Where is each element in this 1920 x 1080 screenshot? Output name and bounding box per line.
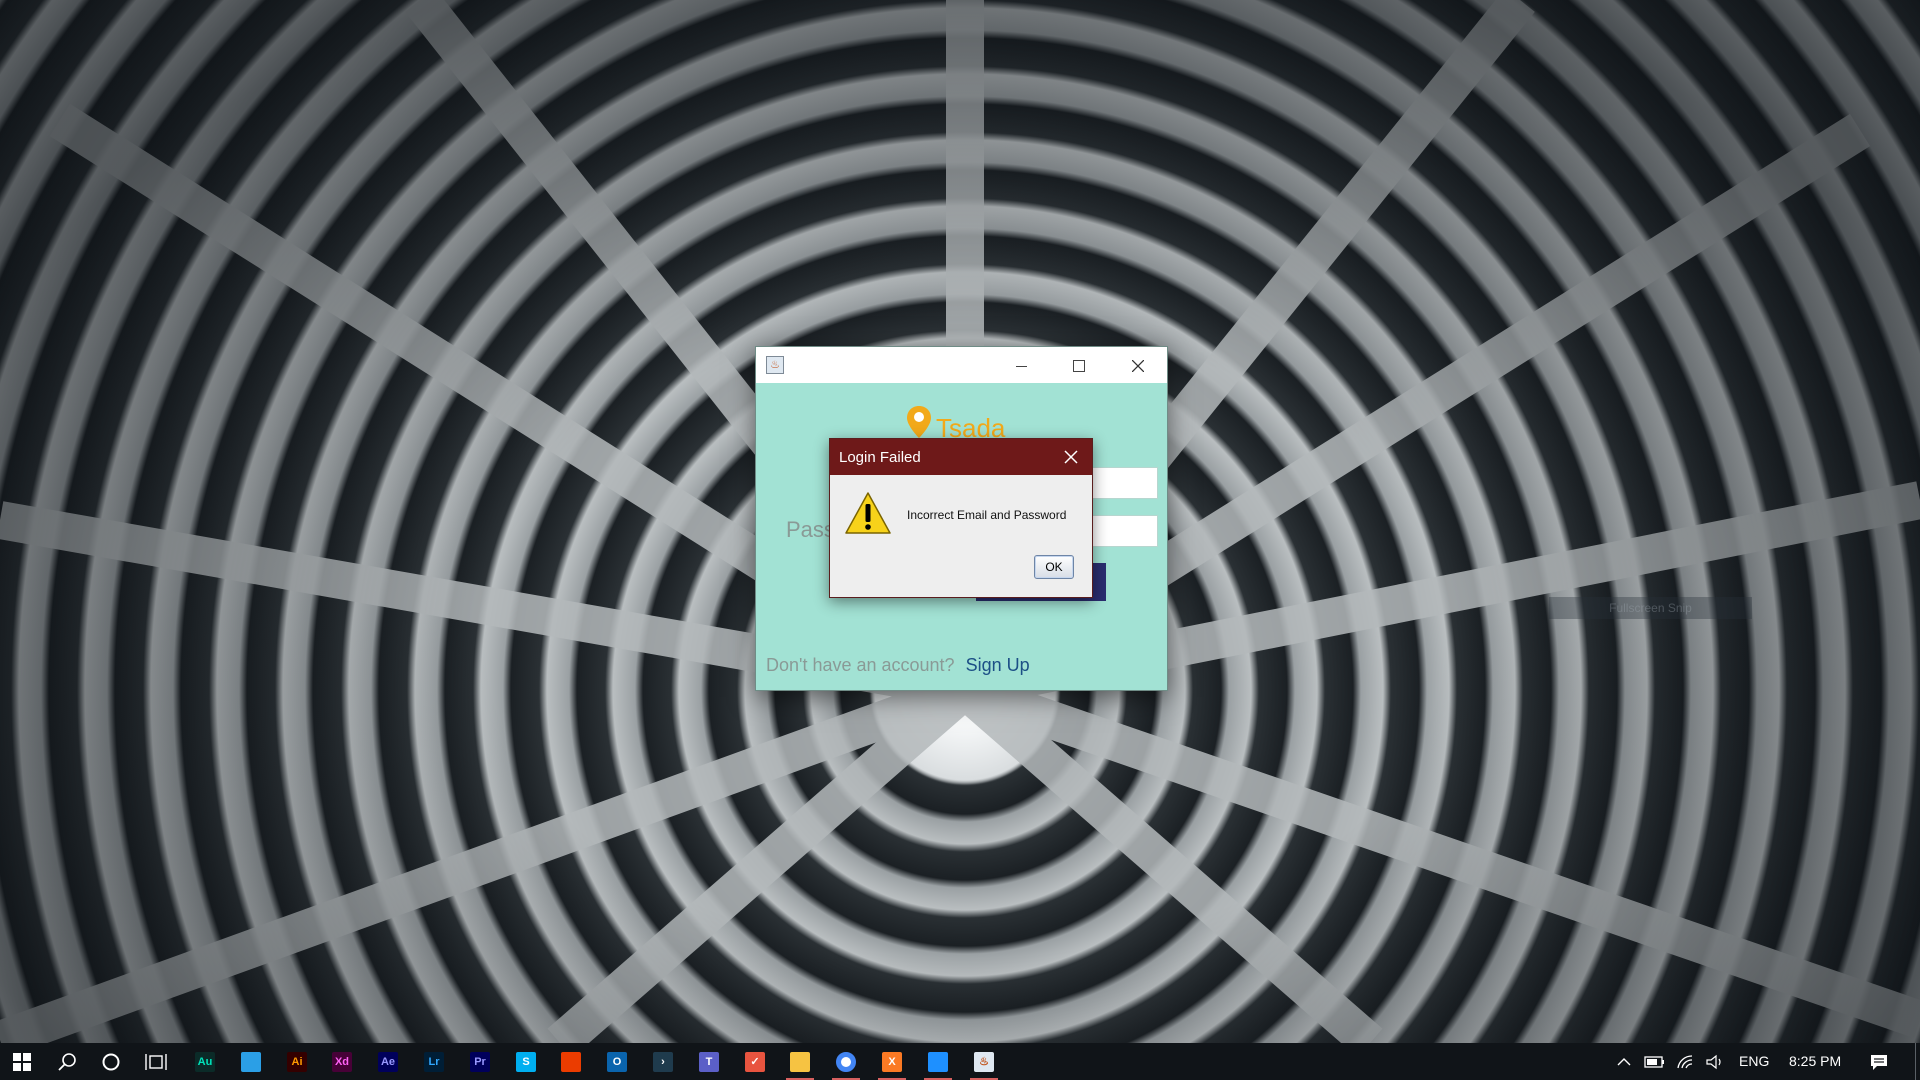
messenger-icon: [928, 1051, 948, 1072]
wifi-icon: [1677, 1054, 1693, 1068]
dialog-titlebar[interactable]: Login Failed: [830, 439, 1092, 475]
clock[interactable]: 8:25 PM: [1789, 1043, 1841, 1080]
taskbar-app-audition[interactable]: Au: [183, 1043, 227, 1080]
warning-icon: [845, 492, 891, 534]
show-desktop-button[interactable]: [1915, 1043, 1916, 1080]
dialog-close-button[interactable]: [1056, 445, 1086, 469]
taskbar-app-java-app[interactable]: ♨: [962, 1043, 1006, 1080]
chrome-icon: [836, 1051, 856, 1072]
signup-row: Don't have an account? Sign Up: [766, 655, 1030, 676]
action-center-button[interactable]: [1867, 1043, 1891, 1080]
task-view-icon: [145, 1053, 167, 1070]
ok-button[interactable]: OK: [1034, 555, 1074, 579]
taskbar-app-ticktick[interactable]: ✓: [733, 1043, 777, 1080]
taskbar-app-mail[interactable]: [229, 1043, 273, 1080]
outlook-icon: O: [607, 1051, 627, 1072]
taskbar-app-messenger[interactable]: [916, 1043, 960, 1080]
start-button[interactable]: [0, 1043, 44, 1080]
input-language[interactable]: ENG: [1739, 1043, 1769, 1080]
location-pin-icon: [907, 406, 931, 438]
chevron-up-icon: [1617, 1057, 1631, 1065]
speaker-icon: [1706, 1054, 1721, 1069]
notification-icon: [1871, 1054, 1887, 1070]
powershell-icon: ›: [653, 1051, 673, 1072]
login-window-titlebar[interactable]: ♨: [756, 347, 1167, 383]
adobe-xd-icon: Xd: [332, 1051, 352, 1072]
cortana-icon: [102, 1053, 120, 1070]
taskbar-app-outlook[interactable]: O: [595, 1043, 639, 1080]
taskbar-app-illustrator[interactable]: Ai: [275, 1043, 319, 1080]
maximize-button[interactable]: [1050, 347, 1108, 383]
signup-prompt: Don't have an account?: [766, 655, 955, 675]
skype-icon: S: [516, 1051, 536, 1072]
taskbar-app-file-explorer[interactable]: [778, 1043, 822, 1080]
taskbar-app-premiere-pro[interactable]: Pr: [458, 1043, 502, 1080]
taskbar: Au Ai Xd Ae Lr Pr S O › T ✓ X ♨ ENG 8:25 PM: [0, 1043, 1920, 1080]
illustrator-icon: Ai: [287, 1051, 307, 1072]
wifi-button[interactable]: [1674, 1043, 1698, 1080]
xampp-icon: X: [882, 1051, 902, 1072]
maximize-icon: [1073, 360, 1085, 373]
battery-button[interactable]: [1643, 1043, 1667, 1080]
lightroom-icon: Lr: [424, 1051, 444, 1072]
minimize-button[interactable]: [992, 347, 1050, 383]
taskbar-app-chrome[interactable]: [824, 1043, 868, 1080]
close-icon: [1064, 450, 1078, 464]
show-hidden-icons-button[interactable]: [1612, 1043, 1636, 1080]
battery-icon: [1644, 1055, 1664, 1068]
ticktick-icon: ✓: [745, 1051, 765, 1072]
office-icon: [561, 1051, 581, 1072]
taskbar-app-after-effects[interactable]: Ae: [366, 1043, 410, 1080]
volume-button[interactable]: [1703, 1043, 1727, 1080]
login-failed-dialog: Login Failed Incorrect Email and Passwor…: [829, 438, 1093, 598]
taskbar-app-skype[interactable]: S: [504, 1043, 548, 1080]
mail-icon: [241, 1051, 261, 1072]
search-button[interactable]: [45, 1043, 89, 1080]
dialog-message: Incorrect Email and Password: [907, 508, 1067, 522]
premiere-pro-icon: Pr: [470, 1051, 490, 1072]
after-effects-icon: Ae: [378, 1051, 398, 1072]
java-app-icon: ♨: [974, 1051, 994, 1072]
search-icon: [58, 1052, 76, 1071]
close-window-button[interactable]: [1109, 347, 1167, 383]
signup-link[interactable]: Sign Up: [966, 655, 1030, 675]
taskbar-app-teams[interactable]: T: [687, 1043, 731, 1080]
wallpaper-ghost-box: Fullscreen Snip: [1549, 597, 1752, 619]
minimize-icon: [1015, 365, 1027, 367]
password-label: Pass: [786, 517, 835, 542]
file-explorer-icon: [790, 1051, 810, 1072]
windows-start-icon: [13, 1052, 31, 1071]
audition-icon: Au: [195, 1051, 215, 1072]
java-icon: ♨: [766, 356, 784, 374]
teams-icon: T: [699, 1051, 719, 1072]
taskbar-app-lightroom[interactable]: Lr: [412, 1043, 456, 1080]
taskbar-app-xampp[interactable]: X: [870, 1043, 914, 1080]
cortana-button[interactable]: [89, 1043, 133, 1080]
task-view-button[interactable]: [134, 1043, 178, 1080]
taskbar-app-office[interactable]: [549, 1043, 593, 1080]
taskbar-app-powershell[interactable]: ›: [641, 1043, 685, 1080]
dialog-title: Login Failed: [839, 449, 921, 466]
taskbar-app-adobe-xd[interactable]: Xd: [320, 1043, 364, 1080]
close-icon: [1131, 359, 1145, 373]
